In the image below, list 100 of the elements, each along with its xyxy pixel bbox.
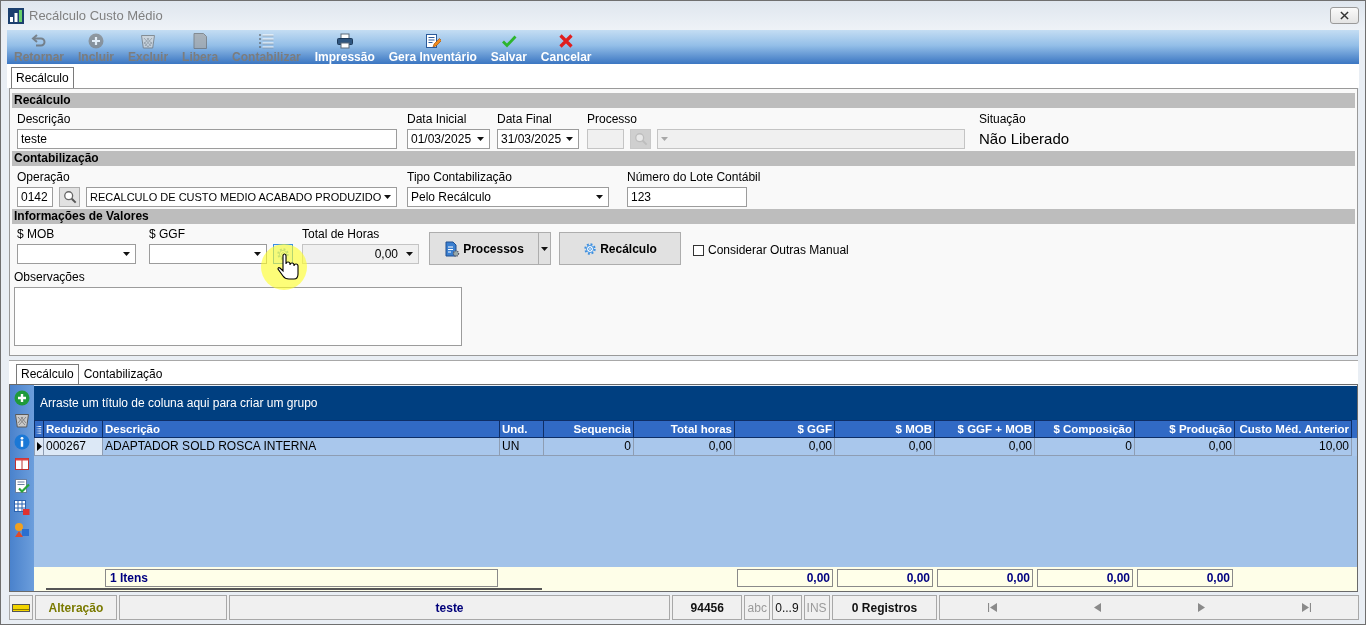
undo-icon xyxy=(31,33,47,49)
field-label: Processo xyxy=(587,112,638,126)
column-header[interactable]: Total horas xyxy=(634,420,735,438)
trash-icon xyxy=(140,33,157,49)
section-header: Informações de Valores xyxy=(12,209,1355,224)
field-label: Data Inicial xyxy=(407,112,467,126)
status-indicator: INS xyxy=(803,595,830,620)
record-count: 0 Registros xyxy=(831,595,938,620)
date-field[interactable]: 01/03/2025 xyxy=(407,129,490,149)
description-field[interactable]: teste xyxy=(17,129,397,149)
save-button[interactable]: Salvar xyxy=(483,30,534,64)
summary-value: 0,00 xyxy=(837,569,933,587)
summary-value: 0,00 xyxy=(1137,569,1233,587)
close-icon xyxy=(1340,11,1349,20)
field-label: $ MOB xyxy=(17,227,55,241)
search-icon xyxy=(62,190,77,204)
page-icon xyxy=(192,33,209,49)
column-header[interactable]: $ Composição xyxy=(1035,420,1135,438)
cross-icon xyxy=(558,33,575,49)
list-icon xyxy=(258,33,275,49)
status-indicator: 0...9 xyxy=(772,595,802,620)
status-mode: Alteração xyxy=(34,595,117,620)
checkbox-label: Considerar Outras Manual xyxy=(708,243,849,257)
next-record-icon[interactable] xyxy=(1197,603,1205,612)
column-chooser-button[interactable] xyxy=(34,420,44,438)
print-button[interactable]: Impressão xyxy=(307,30,382,64)
add-icon[interactable] xyxy=(14,390,30,406)
row-indicator-icon xyxy=(36,442,42,451)
ggf-dropdown[interactable] xyxy=(149,244,267,264)
dropdown-arrow-icon xyxy=(384,195,391,199)
add-icon xyxy=(88,33,104,49)
recalculate-button[interactable]: Recálculo xyxy=(559,232,681,265)
card-button[interactable] xyxy=(9,595,33,620)
processes-button[interactable]: Processos xyxy=(429,232,539,265)
checkbox[interactable] xyxy=(693,244,704,256)
column-header[interactable]: $ MOB xyxy=(835,420,935,438)
dropdown-arrow-icon xyxy=(566,137,573,141)
group-hint: Arraste um título de coluna aqui para criar um grupo xyxy=(40,396,318,410)
table-row[interactable]: 000267 ADAPTADOR SOLD ROSCA INTERNA UN 0 0,00 0,00 0,00 0,00 0 0,00 10,00 xyxy=(34,438,1357,456)
summary-value: 0,00 xyxy=(1037,569,1133,587)
app-icon xyxy=(8,7,24,24)
document-edit-icon xyxy=(424,33,441,49)
horizontal-scrollbar[interactable] xyxy=(46,588,542,590)
summary-value: 1 Itens xyxy=(105,569,498,587)
notes-field[interactable] xyxy=(14,287,462,346)
status-value: Não Liberado xyxy=(979,129,1070,149)
dropdown-arrow-icon xyxy=(596,195,603,199)
check-icon xyxy=(500,33,517,49)
field-label: Observações xyxy=(14,270,85,284)
window-title: Recálculo Custo Médio xyxy=(29,8,163,23)
previous-record-icon[interactable] xyxy=(1093,603,1101,612)
date-field[interactable]: 31/03/2025 xyxy=(497,129,579,149)
batch-number-field[interactable]: 123 xyxy=(627,187,747,207)
operation-dropdown[interactable]: RECALCULO DE CUSTO MEDIO ACABADO PRODUZIDO xyxy=(86,187,397,207)
dropdown-arrow-icon xyxy=(541,246,548,251)
section-header: Contabilização xyxy=(12,151,1355,166)
column-header[interactable]: Sequencia xyxy=(544,420,634,438)
operation-code-field[interactable]: 0142 xyxy=(17,187,53,207)
checklist-icon[interactable] xyxy=(14,478,30,494)
field-label: Operação xyxy=(17,170,70,184)
field-label: Descrição xyxy=(17,112,71,126)
summary-value: 0,00 xyxy=(937,569,1033,587)
shapes-icon[interactable] xyxy=(14,522,30,538)
search-button[interactable] xyxy=(59,187,80,207)
trash-icon[interactable] xyxy=(14,412,30,428)
mob-dropdown[interactable] xyxy=(17,244,136,264)
status-indicator: abc xyxy=(744,595,771,620)
dropdown-arrow-icon xyxy=(123,252,130,256)
column-header[interactable]: Custo Méd. Anterior xyxy=(1235,420,1352,438)
document-gear-icon xyxy=(444,240,461,257)
summary-value: 0,00 xyxy=(737,569,833,587)
printer-icon xyxy=(336,33,353,49)
field-label: Tipo Contabilização xyxy=(407,170,512,184)
last-record-icon[interactable] xyxy=(1300,603,1311,612)
cancel-button[interactable]: Cancelar xyxy=(533,30,599,64)
info-icon[interactable] xyxy=(14,434,30,450)
posting-type-dropdown[interactable]: Pelo Recálculo xyxy=(407,187,609,207)
dropdown-arrow-icon xyxy=(477,137,484,141)
column-header[interactable]: $ GGF + MOB xyxy=(935,420,1035,438)
field-label: Total de Horas xyxy=(302,227,380,241)
tab[interactable]: Recálculo xyxy=(16,364,79,384)
gear-icon xyxy=(583,241,598,256)
inventory-button[interactable]: Gera Inventário xyxy=(381,30,484,64)
column-header[interactable]: Descrição xyxy=(103,420,500,438)
table-icon[interactable] xyxy=(14,500,30,516)
table-cell: 000267 xyxy=(44,438,103,456)
column-chooser-icon xyxy=(36,423,42,435)
field-label: Situação xyxy=(979,112,1026,126)
column-header[interactable]: $ GGF xyxy=(735,420,835,438)
book-icon[interactable] xyxy=(14,456,30,472)
column-header[interactable]: $ Produção xyxy=(1135,420,1235,438)
dropdown-button[interactable] xyxy=(539,232,551,265)
close-button[interactable] xyxy=(1330,7,1359,24)
field-label: $ GGF xyxy=(149,227,185,241)
status-description: teste xyxy=(228,595,671,620)
tab[interactable]: Recálculo xyxy=(11,67,74,88)
section-header: Recálculo xyxy=(12,93,1355,108)
status-code: 94456 xyxy=(672,595,743,620)
card-icon xyxy=(12,603,30,612)
first-record-icon[interactable] xyxy=(987,603,998,612)
